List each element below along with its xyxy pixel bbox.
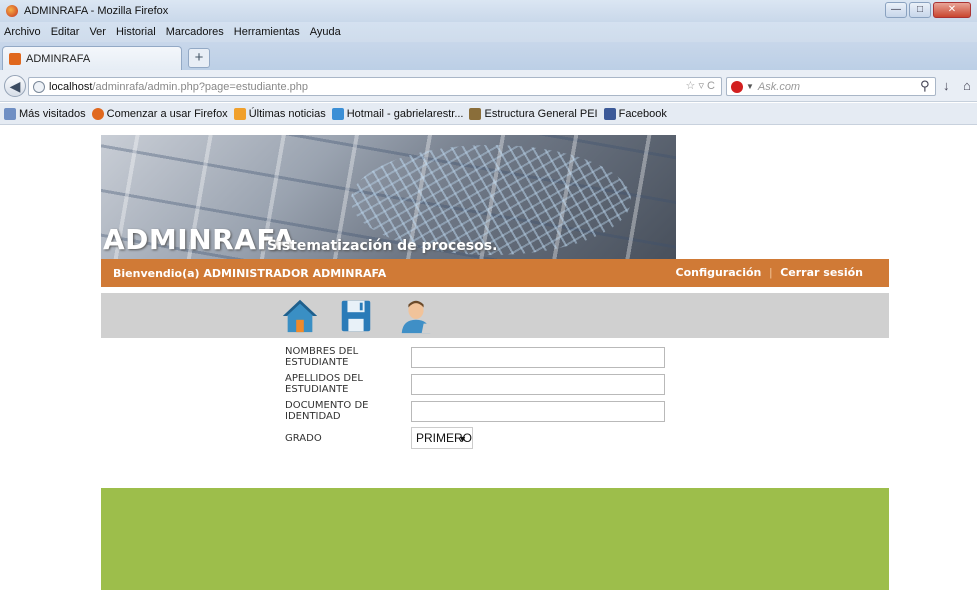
bookmark-star-icon[interactable]: ☆ ▿ C bbox=[686, 79, 715, 92]
back-button[interactable]: ◀ bbox=[4, 75, 26, 97]
form-row-documento: DOCUMENTO DE IDENTIDAD bbox=[285, 400, 665, 422]
bookmarks-toolbar: Más visitados Comenzar a usar Firefox Úl… bbox=[0, 103, 977, 125]
student-form: NOMBRES DEL ESTUDIANTE APELLIDOS DEL EST… bbox=[101, 346, 889, 486]
welcome-text: Bienvendio(a) ADMINISTRADOR ADMINRAFA bbox=[113, 266, 387, 280]
form-row-apellidos: APELLIDOS DEL ESTUDIANTE bbox=[285, 373, 665, 395]
page-icon bbox=[4, 107, 16, 120]
chevron-down-icon: ▼ bbox=[458, 434, 467, 444]
url-bar[interactable]: localhost /adminrafa/admin.php?page=estu… bbox=[28, 77, 722, 96]
bookmark-label: Estructura General PEI bbox=[484, 107, 598, 120]
bookmark-estructura-pei[interactable]: Estructura General PEI bbox=[469, 107, 598, 120]
bookmark-ultimas-noticias[interactable]: Últimas noticias bbox=[233, 107, 326, 120]
search-placeholder: Ask.com bbox=[757, 80, 801, 93]
firefox-icon bbox=[91, 107, 104, 120]
user-icon[interactable] bbox=[397, 297, 435, 335]
bookmark-hotmail[interactable]: Hotmail - gabrielarestr... bbox=[331, 107, 464, 120]
window-title: ADMINRAFA - Mozilla Firefox bbox=[24, 5, 169, 17]
menu-historial[interactable]: Historial bbox=[116, 26, 156, 38]
bookmark-label: Últimas noticias bbox=[248, 107, 326, 120]
search-engine-dropdown-icon[interactable]: ▼ bbox=[746, 82, 754, 91]
form-row-grado: GRADO PRIMERO ▼ bbox=[285, 427, 473, 449]
download-icon[interactable]: ↓ bbox=[943, 78, 950, 93]
header-banner: ADMINRAFA Sistematización de procesos. bbox=[101, 135, 676, 259]
footer-band bbox=[101, 488, 889, 590]
menu-ayuda[interactable]: Ayuda bbox=[310, 26, 341, 38]
url-path: /adminrafa/admin.php?page=estudiante.php bbox=[92, 80, 309, 93]
save-icon[interactable] bbox=[337, 297, 375, 335]
grado-label: GRADO bbox=[285, 432, 322, 444]
grado-select[interactable]: PRIMERO ▼ bbox=[411, 427, 473, 449]
image-icon bbox=[469, 107, 482, 120]
menu-ver[interactable]: Ver bbox=[89, 26, 106, 38]
tab-label: ADMINRAFA bbox=[26, 52, 91, 65]
page-content: ADMINRAFA Sistematización de procesos. B… bbox=[0, 126, 977, 606]
bookmark-facebook[interactable]: Facebook bbox=[603, 107, 667, 120]
new-tab-button[interactable]: + bbox=[188, 48, 210, 68]
search-bar[interactable]: ▼ Ask.com bbox=[726, 77, 936, 96]
facebook-icon bbox=[603, 107, 616, 120]
bookmark-mas-visitados[interactable]: Más visitados bbox=[4, 107, 86, 120]
bookmark-label: Hotmail - gabrielarestr... bbox=[346, 107, 464, 120]
apellidos-input[interactable] bbox=[411, 373, 665, 395]
maximize-button[interactable]: □ bbox=[909, 2, 931, 18]
window-titlebar: ADMINRAFA - Mozilla Firefox — □ ✕ bbox=[0, 0, 977, 22]
tab-bar: ADMINRAFA + bbox=[0, 42, 977, 70]
minimize-button[interactable]: — bbox=[885, 2, 907, 18]
menu-bar: Archivo Editar Ver Historial Marcadores … bbox=[0, 22, 977, 42]
bookmark-label: Comenzar a usar Firefox bbox=[106, 107, 228, 120]
documento-input[interactable] bbox=[411, 400, 665, 422]
user-links: Configuración | Cerrar sesión bbox=[676, 266, 864, 279]
search-go-icon[interactable]: ⚲ bbox=[920, 78, 930, 94]
home-browser-icon[interactable]: ⌂ bbox=[963, 78, 971, 93]
documento-label: DOCUMENTO DE IDENTIDAD bbox=[285, 400, 369, 422]
bookmark-comenzar-firefox[interactable]: Comenzar a usar Firefox bbox=[91, 107, 228, 120]
menu-marcadores[interactable]: Marcadores bbox=[166, 26, 224, 38]
apellidos-label: APELLIDOS DEL ESTUDIANTE bbox=[285, 373, 363, 395]
cerrar-sesion-link[interactable]: Cerrar sesión bbox=[780, 266, 863, 279]
user-bar: Bienvendio(a) ADMINISTRADOR ADMINRAFA Co… bbox=[101, 259, 889, 287]
favicon-icon bbox=[9, 52, 21, 65]
icon-toolbar bbox=[101, 293, 889, 338]
tab-adminrafa[interactable]: ADMINRAFA bbox=[2, 46, 182, 70]
nombres-label: NOMBRES DEL ESTUDIANTE bbox=[285, 346, 359, 368]
url-host: localhost bbox=[49, 80, 93, 93]
ask-logo-icon bbox=[731, 80, 743, 93]
firefox-icon bbox=[6, 5, 18, 17]
home-icon[interactable] bbox=[281, 297, 319, 335]
navigation-bar: ◀ localhost /adminrafa/admin.php?page=es… bbox=[0, 70, 977, 102]
site-container: ADMINRAFA Sistematización de procesos. B… bbox=[101, 126, 889, 606]
msn-icon bbox=[331, 107, 344, 120]
nombres-input[interactable] bbox=[411, 346, 665, 368]
close-window-button[interactable]: ✕ bbox=[933, 2, 971, 18]
site-tagline: Sistematización de procesos. bbox=[267, 238, 498, 254]
bookmark-label: Más visitados bbox=[19, 107, 86, 120]
rss-icon bbox=[233, 107, 246, 120]
window-controls: — □ ✕ bbox=[885, 2, 971, 18]
menu-herramientas[interactable]: Herramientas bbox=[234, 26, 300, 38]
configuracion-link[interactable]: Configuración bbox=[676, 266, 762, 279]
menu-archivo[interactable]: Archivo bbox=[4, 26, 41, 38]
link-separator: | bbox=[769, 266, 773, 279]
globe-icon bbox=[33, 80, 45, 93]
form-row-nombres: NOMBRES DEL ESTUDIANTE bbox=[285, 346, 665, 368]
bookmark-label: Facebook bbox=[618, 107, 667, 120]
menu-editar[interactable]: Editar bbox=[51, 26, 80, 38]
